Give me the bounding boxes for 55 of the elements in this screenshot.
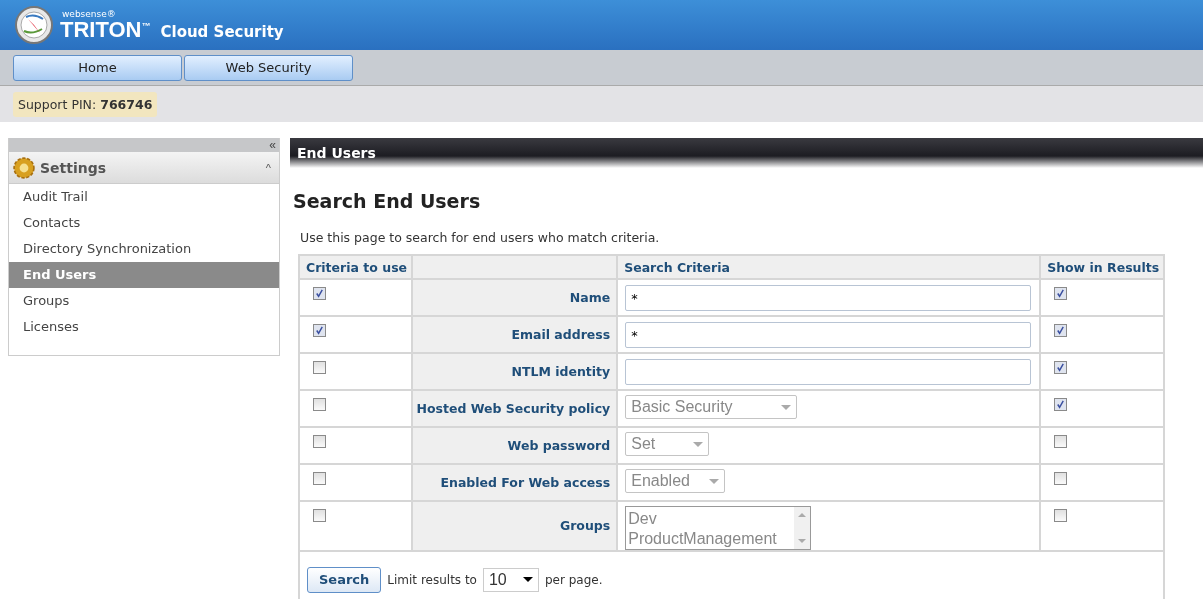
- checkbox[interactable]: [1054, 361, 1068, 374]
- field-label: Groups: [411, 501, 618, 551]
- column-header: Search Criteria: [617, 255, 1041, 279]
- sidebar-item[interactable]: Contacts: [9, 210, 279, 236]
- page-title: End Users: [297, 145, 376, 161]
- checkbox[interactable]: [1054, 472, 1068, 485]
- collapse-button[interactable]: «: [266, 138, 279, 152]
- checkbox[interactable]: [313, 509, 326, 522]
- field-label: Enabled For Web access: [411, 464, 618, 501]
- page-description: Use this page to search for end users who match criteria.: [300, 230, 661, 245]
- support-pin-label: Support PIN:: [18, 96, 97, 112]
- field-label: NTLM identity: [411, 353, 618, 390]
- sidebar-item[interactable]: Licenses: [9, 314, 279, 340]
- column-header: Show in Results: [1040, 255, 1164, 279]
- checkbox[interactable]: [313, 361, 326, 374]
- nav-tab[interactable]: Web Security: [184, 54, 353, 81]
- brand-tagline: websense®: [62, 9, 117, 19]
- field-label: Hosted Web Security policy: [411, 390, 618, 427]
- section-title: Settings: [40, 159, 108, 176]
- checkbox[interactable]: [1054, 435, 1068, 448]
- sidebar-item[interactable]: Directory Synchronization: [9, 236, 279, 262]
- checkbox[interactable]: [313, 287, 326, 300]
- product-name: Cloud Security: [160, 23, 284, 41]
- sidebar-item[interactable]: Audit Trail: [9, 184, 279, 210]
- sidebar-item[interactable]: Groups: [9, 288, 279, 314]
- input-field[interactable]: *: [625, 322, 1032, 348]
- per-page-label: per page.: [544, 572, 603, 587]
- limit-label: Limit results to: [387, 572, 477, 587]
- search-button[interactable]: Search: [307, 566, 382, 593]
- checkbox[interactable]: [313, 435, 326, 448]
- nav-tab[interactable]: Home: [13, 54, 182, 81]
- column-header: Criteria to use: [299, 255, 412, 279]
- page-heading: Search End Users: [293, 190, 482, 212]
- checkbox[interactable]: [313, 472, 326, 485]
- dropdown[interactable]: Basic Security: [625, 395, 798, 419]
- checkbox[interactable]: [1054, 398, 1068, 411]
- section-toggle[interactable]: ^: [261, 161, 275, 174]
- input-field[interactable]: *: [625, 285, 1032, 311]
- gear-icon: [13, 156, 35, 179]
- checkbox[interactable]: [1054, 324, 1068, 337]
- checkbox[interactable]: [313, 324, 326, 337]
- checkbox[interactable]: [313, 398, 326, 411]
- field-label: Name: [411, 279, 618, 316]
- brand-name: TRITON$^{™}$: [60, 18, 151, 41]
- support-pin-value: 766746: [100, 96, 153, 112]
- list-box[interactable]: Dev ProductManagement: [625, 506, 812, 550]
- field-label: Email address: [411, 316, 618, 353]
- dropdown[interactable]: Enabled: [625, 469, 726, 493]
- input-field[interactable]: [625, 359, 1032, 385]
- checkbox[interactable]: [1054, 287, 1068, 300]
- dropdown[interactable]: Set: [625, 432, 710, 456]
- checkbox[interactable]: [1054, 509, 1068, 522]
- compass-logo-icon: [14, 5, 54, 45]
- limit-dropdown[interactable]: 10: [482, 567, 539, 592]
- field-label: Web password: [411, 427, 618, 464]
